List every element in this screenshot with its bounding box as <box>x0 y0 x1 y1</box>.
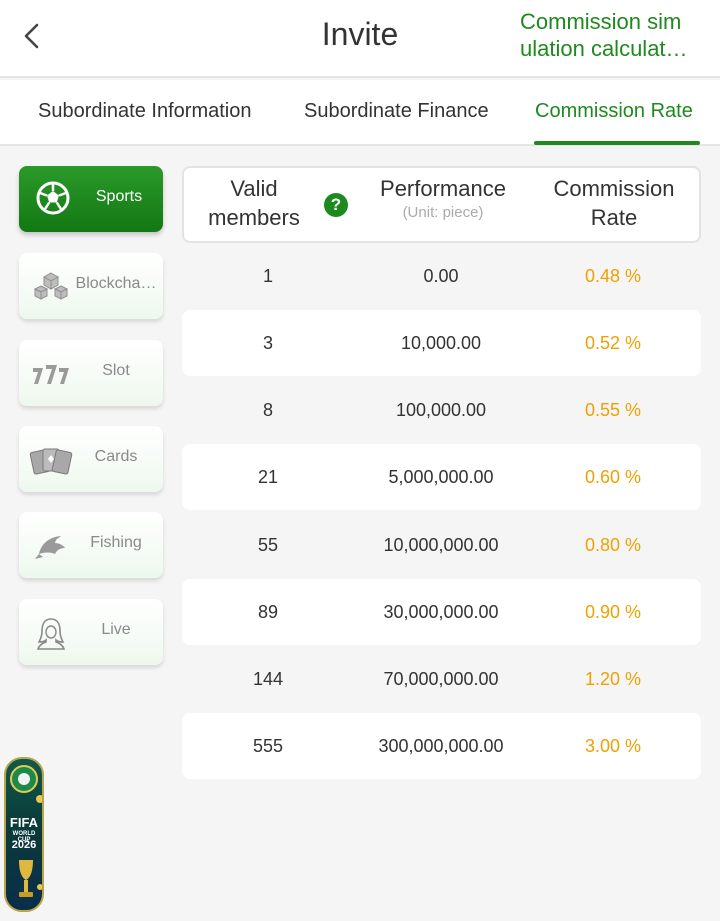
cell-members: 21 <box>257 467 279 487</box>
table-header: Valid members ? Performance (Unit: piece… <box>182 166 701 243</box>
cell-rate: 0.80 % <box>584 535 642 555</box>
cell-rate: 1.20 % <box>584 669 642 689</box>
trophy-icon <box>19 860 42 897</box>
header-commission-rate: Commission Rate <box>536 174 692 232</box>
table-row: 1 0.00 0.48 % <box>182 243 701 309</box>
sidebar-item-sports[interactable]: Sports <box>19 166 163 232</box>
sidebar-item-label: Slot <box>102 362 130 379</box>
cell-performance: 100,000.00 <box>395 400 487 420</box>
live-dealer-icon <box>33 615 69 651</box>
commission-calculator-link-line1: Commission sim <box>520 9 682 34</box>
cell-performance: 70,000,000.00 <box>383 669 499 689</box>
sidebar-item-cards[interactable]: Cards <box>19 426 163 492</box>
cell-members: 1 <box>262 266 273 286</box>
cards-icon <box>29 442 73 478</box>
cell-members: 89 <box>257 602 279 622</box>
cell-performance: 0.00 <box>423 266 459 286</box>
sidebar-item-fishing[interactable]: Fishing <box>19 512 163 578</box>
badge-line1: FIFA <box>9 815 39 830</box>
sidebar-item-slot[interactable]: Slot <box>19 340 163 406</box>
table-row: 8 100,000.00 0.55 % <box>182 377 701 443</box>
header-performance-unit: (Unit: piece) <box>402 204 484 221</box>
help-icon[interactable]: ? <box>324 193 348 217</box>
header-valid-members-line1: Valid <box>230 176 278 201</box>
cell-members: 144 <box>252 669 284 689</box>
soccer-ball-icon <box>35 180 71 216</box>
fish-icon <box>33 528 69 564</box>
sidebar-item-blockchain[interactable]: Blockcha… <box>19 253 163 319</box>
tab-subordinate-information[interactable]: Subordinate Information <box>38 100 251 123</box>
tab-bar: Subordinate Information Subordinate Fina… <box>0 80 720 146</box>
cell-rate: 0.90 % <box>584 602 642 622</box>
cell-members: 55 <box>257 535 279 555</box>
cell-members: 555 <box>252 736 284 756</box>
blockchain-icon <box>33 269 69 305</box>
emblem-icon <box>10 765 42 803</box>
sidebar-item-label: Sports <box>95 188 143 205</box>
header-performance-label: Performance <box>380 176 506 201</box>
cell-performance: 10,000.00 <box>400 333 482 353</box>
table-row: 89 30,000,000.00 0.90 % <box>182 579 701 645</box>
cell-members: 8 <box>262 400 273 420</box>
fifa-world-cup-promo-badge[interactable]: FIFA WORLD CUP 2026 <box>4 757 44 912</box>
table-row: 3 10,000.00 0.52 % <box>182 310 701 376</box>
header-performance: Performance (Unit: piece) <box>356 174 530 223</box>
table-row: 21 5,000,000.00 0.60 % <box>182 444 701 510</box>
cell-rate: 3.00 % <box>584 736 642 756</box>
header-commission-rate-line2: Rate <box>590 205 638 230</box>
cell-rate: 0.60 % <box>584 467 642 487</box>
cell-performance: 5,000,000.00 <box>388 467 494 487</box>
cell-rate: 0.52 % <box>584 333 642 353</box>
sidebar-item-live[interactable]: Live <box>19 599 163 665</box>
cell-performance: 300,000,000.00 <box>378 736 504 756</box>
header-valid-members-line2: members <box>208 205 300 230</box>
cell-performance: 30,000,000.00 <box>383 602 499 622</box>
cell-performance: 10,000,000.00 <box>383 535 499 555</box>
commission-calculator-link-line2: ulation calculat… <box>520 36 688 61</box>
cell-rate: 0.48 % <box>584 266 642 286</box>
tab-commission-rate[interactable]: Commission Rate <box>535 100 693 123</box>
badge-line3: 2026 <box>11 839 37 851</box>
table-row: 144 70,000,000.00 1.20 % <box>182 646 701 712</box>
sidebar-item-label: Live <box>101 621 131 638</box>
table-row: 55 10,000,000.00 0.80 % <box>182 512 701 578</box>
active-tab-indicator <box>534 141 700 145</box>
sidebar-item-label: Cards <box>94 448 138 465</box>
table-row: 555 300,000,000.00 3.00 % <box>182 713 701 779</box>
tab-subordinate-finance[interactable]: Subordinate Finance <box>304 100 489 123</box>
header-commission-rate-line1: Commission <box>553 176 675 201</box>
cell-rate: 0.55 % <box>584 400 642 420</box>
commission-calculator-link[interactable]: Commission sim ulation calculat… <box>520 8 702 64</box>
slot-777-icon <box>29 356 73 392</box>
cell-members: 3 <box>262 333 273 353</box>
sidebar-item-label: Blockcha… <box>75 275 157 292</box>
sidebar-item-label: Fishing <box>90 534 142 551</box>
header: Invite Commission sim ulation calculat… <box>0 0 720 78</box>
header-valid-members: Valid members <box>184 174 324 232</box>
